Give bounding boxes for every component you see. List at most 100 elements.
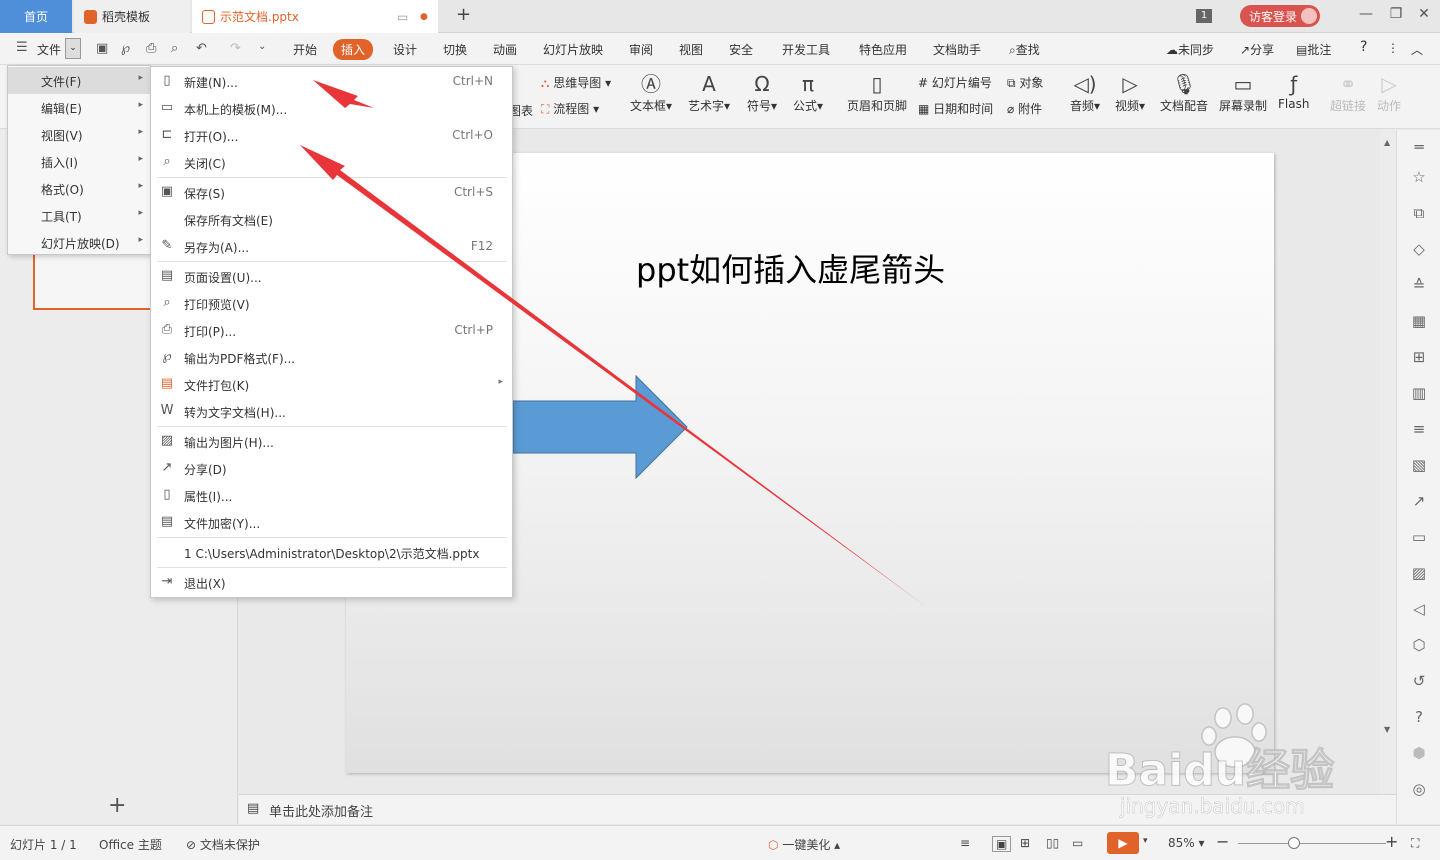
flash-button[interactable]: ƒ Flash: [1278, 71, 1309, 111]
file-menu-button[interactable]: 文件: [37, 41, 61, 58]
tab-insert[interactable]: 插入: [333, 39, 374, 60]
menu-close[interactable]: ⌕ 关闭(C): [151, 149, 512, 176]
menu-encrypt[interactable]: ▤ 文件加密(Y)...: [151, 509, 512, 536]
normal-view-icon[interactable]: ▣: [992, 836, 1012, 852]
menu-new[interactable]: ▯ 新建(N)... Ctrl+N: [151, 68, 512, 95]
add-slide-icon[interactable]: +: [108, 793, 126, 818]
object-button[interactable]: ⧉ 对象: [1007, 74, 1043, 91]
sidebar-location-icon[interactable]: ◎: [1397, 780, 1440, 798]
tab-features[interactable]: 特色应用: [859, 41, 907, 58]
pdf-export-icon[interactable]: ℘: [121, 41, 130, 56]
protect-status[interactable]: ⊘ 文档未保护: [186, 836, 260, 853]
theme-name[interactable]: Office 主题: [99, 836, 162, 853]
tab-transition[interactable]: 切换: [443, 41, 467, 58]
menu-print-preview[interactable]: ⌕ 打印预览(V): [151, 290, 512, 317]
sync-button[interactable]: ☁未同步: [1166, 41, 1214, 58]
sidebar-share-icon[interactable]: ↗: [1397, 492, 1440, 510]
menu-save-as[interactable]: ✎ 另存为(A)... F12: [151, 233, 512, 260]
sidebar-picture-icon[interactable]: ▨: [1397, 564, 1440, 582]
sidebar-hexagon-icon[interactable]: ⬡: [1397, 636, 1440, 654]
menu-save-all[interactable]: 保存所有文档(E): [151, 206, 512, 233]
tab-security[interactable]: 安全: [729, 41, 753, 58]
menu-save[interactable]: ▣ 保存(S) Ctrl+S: [151, 179, 512, 206]
collapse-ribbon-icon[interactable]: ︿: [1411, 41, 1423, 58]
zoom-level[interactable]: 85% ▾: [1168, 836, 1205, 850]
zoom-out-icon[interactable]: −: [1216, 832, 1229, 851]
sidebar-audio-icon[interactable]: ◁: [1397, 600, 1440, 618]
sorter-view-icon[interactable]: ⊞: [1020, 836, 1030, 850]
share-button[interactable]: ↗分享: [1240, 41, 1274, 58]
menu-package[interactable]: ▤ 文件打包(K) ▸: [151, 371, 512, 398]
help-button[interactable]: ?: [1360, 39, 1367, 55]
scroll-up-icon[interactable]: ▲: [1384, 138, 1390, 147]
tab-developer[interactable]: 开发工具: [782, 41, 830, 58]
minimize-icon[interactable]: —: [1356, 6, 1376, 22]
datetime-button[interactable]: ▦ 日期和时间: [918, 100, 993, 117]
screen-record-button[interactable]: ▭ 屏幕录制: [1219, 71, 1267, 114]
slide-number-button[interactable]: # 幻灯片编号: [918, 74, 992, 91]
file-menu-item-edit[interactable]: 编辑(E) ▸: [8, 94, 150, 121]
menu-page-setup[interactable]: ▤ 页面设置(U)...: [151, 263, 512, 290]
play-dropdown-icon[interactable]: ▾: [1143, 836, 1148, 846]
sidebar-collapse-icon[interactable]: ═: [1397, 138, 1440, 156]
sidebar-grid-icon[interactable]: ⊞: [1397, 348, 1440, 366]
customize-icon[interactable]: ⌄: [258, 41, 266, 52]
menu-local-templates[interactable]: ▭ 本机上的模板(M)...: [151, 95, 512, 122]
file-dropdown-icon[interactable]: ⌄: [65, 38, 81, 59]
sidebar-shape-icon[interactable]: ◇: [1397, 240, 1440, 258]
tab-animation[interactable]: 动画: [493, 41, 517, 58]
slide-title[interactable]: ppt如何插入虚尾箭头: [636, 245, 945, 291]
menu-recent-file[interactable]: 1 C:\Users\Administrator\Desktop\2\示范文档.…: [151, 539, 512, 566]
vertical-scrollbar[interactable]: ▲ ▼: [1380, 130, 1396, 794]
print-icon[interactable]: ⎙: [146, 41, 156, 56]
tab-review[interactable]: 审阅: [629, 41, 653, 58]
tab-doc-assistant[interactable]: 文档助手: [933, 41, 981, 58]
menu-print[interactable]: ⎙ 打印(P)... Ctrl+P: [151, 317, 512, 344]
wordart-button[interactable]: A 艺术字▾: [688, 71, 730, 114]
file-menu-item-slideshow[interactable]: 幻灯片放映(D) ▸: [8, 229, 150, 256]
close-icon[interactable]: ✕: [1414, 6, 1434, 22]
reading-view-icon[interactable]: ▯▯: [1046, 836, 1059, 850]
textbox-button[interactable]: Ⓐ 文本框▾: [630, 71, 672, 114]
slide-thumbnail[interactable]: [33, 248, 153, 310]
header-footer-button[interactable]: ▯ 页眉和页脚: [847, 71, 907, 114]
comment-button[interactable]: ▤批注: [1296, 41, 1331, 58]
redo-icon[interactable]: ↷: [230, 41, 241, 56]
menu-share[interactable]: ↗ 分享(D): [151, 455, 512, 482]
zoom-in-icon[interactable]: +: [1385, 832, 1398, 851]
sidebar-history-icon[interactable]: ↺: [1397, 672, 1440, 690]
audio-button[interactable]: ◁) 音频▾: [1070, 71, 1100, 114]
login-button[interactable]: 访客登录: [1240, 5, 1320, 27]
sidebar-help-icon[interactable]: ?: [1397, 708, 1440, 726]
sidebar-settings-icon[interactable]: ≡: [1397, 420, 1440, 438]
presenter-view-icon[interactable]: ▭: [1072, 836, 1083, 850]
zoom-slider[interactable]: [1238, 843, 1386, 844]
file-menu-item-view[interactable]: 视图(V) ▸: [8, 121, 150, 148]
tab-start[interactable]: 开始: [293, 41, 317, 58]
menu-exit[interactable]: ⇥ 退出(X): [151, 569, 512, 596]
file-menu-item-tools[interactable]: 工具(T) ▸: [8, 202, 150, 229]
sidebar-copy-icon[interactable]: ⧉: [1397, 204, 1440, 222]
file-menu-item-format[interactable]: 格式(O) ▸: [8, 175, 150, 202]
sidebar-layers-icon[interactable]: ≙: [1397, 276, 1440, 294]
tab-home[interactable]: 首页: [0, 0, 72, 33]
file-menu-item-insert[interactable]: 插入(I) ▸: [8, 148, 150, 175]
hyperlink-button[interactable]: ⚭ 超链接: [1330, 71, 1366, 114]
symbol-button[interactable]: Ω 符号▾: [747, 71, 777, 114]
zoom-slider-thumb[interactable]: [1288, 837, 1300, 849]
hamburger-icon[interactable]: ☰: [16, 40, 28, 55]
tab-view[interactable]: 视图: [679, 41, 703, 58]
beautify-button[interactable]: ⬡ 一键美化 ▴: [768, 836, 840, 853]
restore-icon[interactable]: ❐: [1386, 6, 1406, 22]
tab-slideshow[interactable]: 幻灯片放映: [543, 41, 603, 58]
notes-toggle-icon[interactable]: ≡: [960, 836, 970, 850]
window-count-badge[interactable]: 1: [1196, 9, 1212, 23]
pin-icon[interactable]: ▭: [397, 10, 408, 24]
save-icon[interactable]: ▣: [96, 41, 108, 56]
menu-open[interactable]: ⊏ 打开(O)... Ctrl+O: [151, 122, 512, 149]
action-button[interactable]: ▷ 动作: [1377, 71, 1401, 114]
menu-export-pdf[interactable]: ℘ 输出为PDF格式(F)...: [151, 344, 512, 371]
new-tab-icon[interactable]: +: [456, 4, 471, 25]
tab-template[interactable]: 稻壳模板: [74, 0, 190, 33]
formula-button[interactable]: π 公式▾: [793, 71, 823, 114]
